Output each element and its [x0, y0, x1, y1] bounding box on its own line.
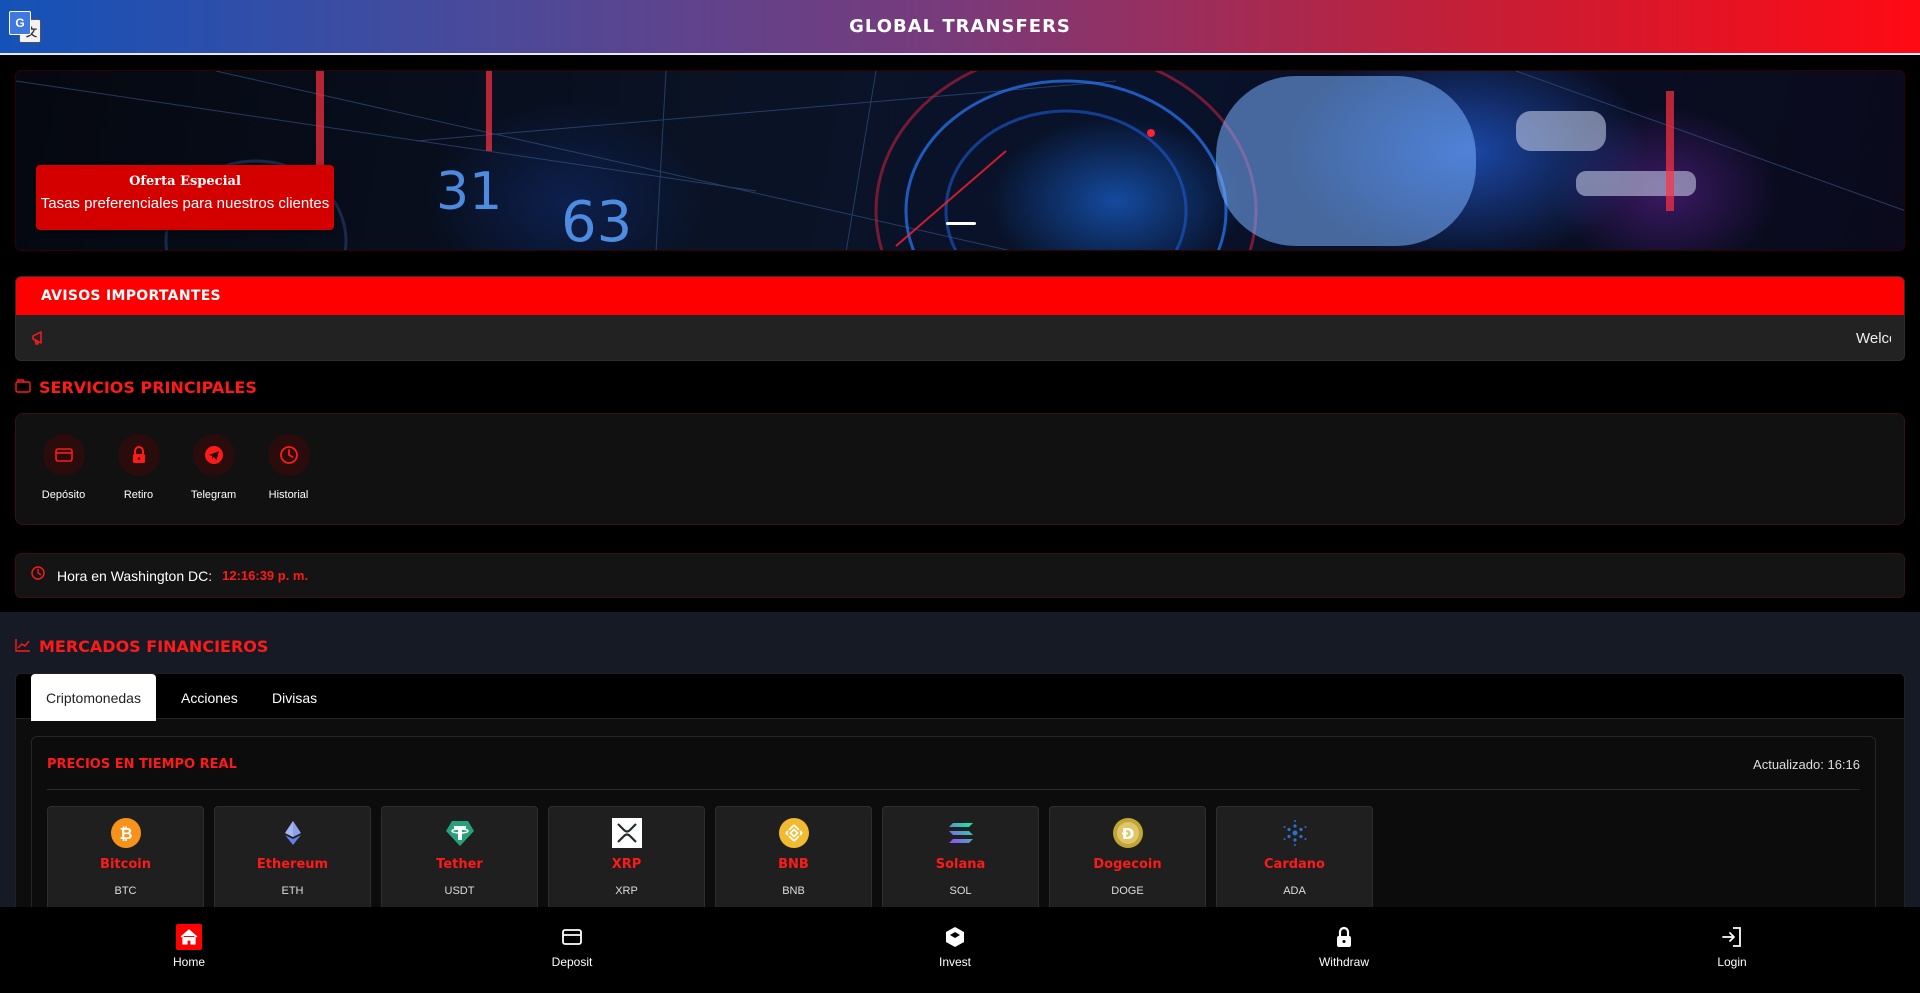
nav-label: Home	[172, 955, 205, 969]
tab-criptomonedas[interactable]: Criptomonedas	[31, 674, 156, 721]
page: 文 G GLOBAL TRANSFERS 31 63 Oferta Especi…	[0, 0, 1920, 993]
coin-symbol: DOGE	[1111, 885, 1144, 897]
markets-heading: MERCADOS FINANCIEROS	[15, 637, 268, 656]
service-label: Historial	[268, 489, 309, 501]
coin-name: Tether	[436, 857, 483, 872]
clock-time: 12:16:39 p. m.	[222, 568, 309, 583]
coin-symbol: BTC	[114, 885, 137, 897]
nav-invest[interactable]: Invest	[905, 924, 1005, 969]
coin-symbol: SOL	[949, 885, 972, 897]
card-icon	[42, 434, 85, 476]
tab-divisas[interactable]: Divisas	[272, 674, 317, 721]
markets-tabs: Criptomonedas Acciones Divisas	[16, 674, 1904, 721]
app-title: GLOBAL TRANSFERS	[849, 16, 1071, 37]
service-telegram[interactable]: Telegram	[176, 434, 251, 501]
service-deposit[interactable]: Depósito	[26, 434, 101, 501]
banner-number-63: 63	[561, 190, 632, 251]
megaphone-icon	[31, 330, 47, 351]
promo-title: Oferta Especial	[129, 174, 241, 189]
home-icon	[176, 924, 202, 950]
services-heading: SERVICIOS PRINCIPALES	[15, 378, 257, 397]
service-withdraw[interactable]: Retiro	[101, 434, 176, 501]
lock-icon	[1331, 924, 1357, 950]
prices-updated: Actualizado: 16:16	[1753, 757, 1860, 772]
nav-home[interactable]: Home	[139, 924, 239, 969]
service-label: Telegram	[190, 489, 237, 501]
promo-subtitle: Tasas preferenciales para nuestros clien…	[40, 195, 330, 212]
service-label: Depósito	[41, 489, 86, 501]
nav-label: Deposit	[551, 955, 593, 969]
coin-name: XRP	[611, 857, 642, 872]
notices-title: AVISOS IMPORTANTES	[16, 277, 1904, 315]
services-title: SERVICIOS PRINCIPALES	[39, 378, 257, 397]
coin-symbol: ADA	[1283, 885, 1306, 897]
service-history[interactable]: Historial	[251, 434, 326, 501]
divider	[47, 789, 1860, 790]
promo-card[interactable]: Oferta Especial Tasas preferenciales par…	[36, 165, 334, 230]
solana-icon	[946, 818, 976, 848]
login-icon	[1719, 924, 1745, 950]
clock-icon	[267, 434, 310, 476]
prices-title: PRECIOS EN TIEMPO REAL	[47, 757, 237, 772]
banner-number-31: 31	[436, 162, 502, 222]
cube-icon	[942, 924, 968, 950]
hero-banner: 31 63 Oferta Especial Tasas preferencial…	[15, 70, 1905, 251]
google-translate-icon[interactable]: 文 G	[9, 11, 43, 43]
coin-symbol: BNB	[782, 885, 805, 897]
bitcoin-icon: ₿	[110, 818, 141, 848]
bnb-icon	[778, 818, 809, 848]
dogecoin-icon: Ð	[1112, 818, 1143, 848]
coin-name: Cardano	[1264, 857, 1325, 872]
nav-withdraw[interactable]: Withdraw	[1294, 924, 1394, 969]
coin-symbol: ETH	[281, 885, 304, 897]
tether-icon	[445, 818, 475, 848]
coin-symbol: XRP	[615, 885, 638, 897]
clock-icon	[31, 566, 45, 585]
clock-label: Hora en Washington DC:	[57, 567, 213, 584]
telegram-icon	[192, 434, 235, 476]
coin-name: Dogecoin	[1093, 857, 1162, 872]
carousel-indicator[interactable]	[946, 222, 976, 225]
app-header: 文 G GLOBAL TRANSFERS	[0, 0, 1920, 55]
cardano-icon	[1280, 818, 1310, 848]
nav-label: Withdraw	[1318, 955, 1369, 969]
coin-symbol: USDT	[444, 885, 475, 897]
tab-acciones[interactable]: Acciones	[181, 674, 238, 721]
service-label: Retiro	[123, 489, 154, 501]
notices-ticker: Welcome	[1856, 330, 1891, 347]
coin-name: Bitcoin	[100, 857, 151, 872]
lock-icon	[117, 434, 160, 476]
markets-title: MERCADOS FINANCIEROS	[39, 637, 269, 656]
coin-name: BNB	[778, 857, 809, 872]
svg-text:Ð: Ð	[1121, 825, 1134, 843]
nav-label: Invest	[938, 955, 971, 969]
notices-body: Welcome	[16, 315, 1904, 360]
coin-name: Solana	[935, 857, 986, 872]
nav-deposit[interactable]: Deposit	[522, 924, 622, 969]
xrp-icon	[611, 818, 642, 848]
ethereum-icon	[278, 818, 308, 848]
nav-label: Login	[1717, 955, 1747, 969]
services-panel: Depósito Retiro Telegram Historial	[15, 413, 1905, 525]
bottom-nav: Home Deposit Invest Withdraw Login	[0, 907, 1920, 993]
svg-text:₿: ₿	[119, 824, 132, 843]
card-icon	[559, 924, 585, 950]
folder-icon	[15, 378, 31, 397]
notices-panel: AVISOS IMPORTANTES Welcome	[15, 276, 1905, 361]
chart-line-icon	[15, 637, 31, 656]
washington-clock: Hora en Washington DC: 12:16:39 p. m.	[15, 553, 1905, 598]
nav-login[interactable]: Login	[1682, 924, 1782, 969]
coin-name: Ethereum	[256, 857, 329, 872]
